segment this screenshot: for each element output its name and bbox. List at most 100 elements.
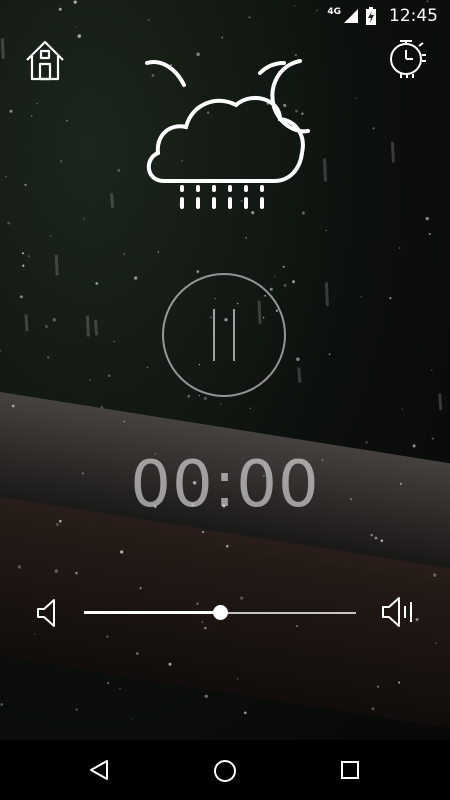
volume-thumb[interactable] [213,605,228,620]
rain-drop [428,232,431,236]
rain-drop [52,318,57,322]
rain-drop [19,295,23,299]
volume-fill [84,611,220,614]
network-type: 4G [327,7,341,17]
battery-icon [366,7,376,25]
rain-drop [75,571,78,575]
weather-illustration [140,55,310,215]
rain-drop [243,711,247,715]
cloud-moon-rain-icon [145,59,310,209]
rain-streak [438,393,443,411]
timer-icon [390,40,426,78]
volume-down-button[interactable] [34,597,62,629]
rain-drop [36,102,38,105]
rain-drop [219,403,222,405]
rain-drop [22,264,25,267]
rain-drop [0,703,4,706]
rain-drop [425,216,429,221]
rain-drop [365,441,368,444]
rain-drop [226,544,229,548]
rain-drop [204,626,207,630]
rain-drop [157,251,159,253]
rain-streak [390,141,395,163]
rain-drop [434,642,437,645]
rain-drop [11,404,15,408]
volume-up-button[interactable] [380,595,416,629]
rain-drop [415,618,419,621]
rain-drop [328,353,331,356]
rain-drop [17,565,22,569]
rain-drop [55,522,59,527]
rain-drop [9,109,13,113]
rain-drop [370,533,373,537]
rain-drop [273,276,276,278]
rain-drop [123,252,126,255]
rain-drop [187,394,191,398]
rain-drop [131,718,134,720]
rain-drop [377,685,380,688]
rain-drop [27,255,30,257]
rain-drop [54,569,58,573]
rain-drop [325,229,327,232]
rain-drop [380,539,384,542]
rain-drop [123,420,126,423]
nav-home-icon[interactable] [213,759,237,783]
rain-drop [221,36,224,39]
home-icon [26,40,64,81]
rain-drop [21,252,24,255]
rain-drop [431,369,433,372]
rain-drop [354,97,357,100]
rain-drop [100,405,104,409]
rain-drop [374,536,378,540]
recents-icon[interactable] [340,760,360,780]
rain-drop [139,587,142,590]
volume-high-icon [382,597,412,627]
rain-drop [283,283,287,288]
rain-drop [120,550,124,554]
signal-icon [344,9,358,23]
rain-drop [201,620,204,624]
rain-drop [412,444,416,448]
rain-streak [94,319,98,336]
rain-streak [54,254,59,276]
rain-streak [110,193,115,208]
volume-low-icon [37,599,55,627]
rain-drop [113,340,115,343]
rain-drop [398,247,401,249]
rain-drop [269,287,273,291]
rain-drop [236,678,239,680]
rain-drop [65,119,68,122]
rain-drop [136,652,139,655]
rain-drop [249,407,252,410]
pause-button[interactable] [162,273,286,397]
rain-drop [89,378,92,381]
rain-drop [107,682,110,684]
home-button[interactable] [24,38,66,82]
rain-drop [202,530,205,534]
rain-streak [297,367,302,383]
rain-drop [34,633,36,636]
rain-drop [372,127,375,130]
rain-drop [245,237,247,239]
rain-drop [198,394,201,397]
rain-drop [0,349,2,352]
rain-drop [83,218,85,220]
rain-drop [371,707,375,711]
rain-drop [292,280,295,284]
rain-drop [146,366,149,369]
rain-drop [432,573,437,577]
rain-drop [389,297,392,300]
rain-drop [431,437,434,440]
status-bar: 4G 12:45 [0,0,450,32]
rain-streak [0,38,5,59]
rain-drop [203,396,207,401]
pause-bar-left [213,309,215,361]
rain-drop [106,635,109,638]
rain-drop [296,357,300,361]
rain-drop [49,235,52,238]
back-icon[interactable] [88,758,110,782]
sleep-timer-button[interactable] [386,38,428,80]
rain-drop [95,281,99,285]
volume-slider[interactable] [84,605,356,621]
rain-drop [282,265,285,268]
